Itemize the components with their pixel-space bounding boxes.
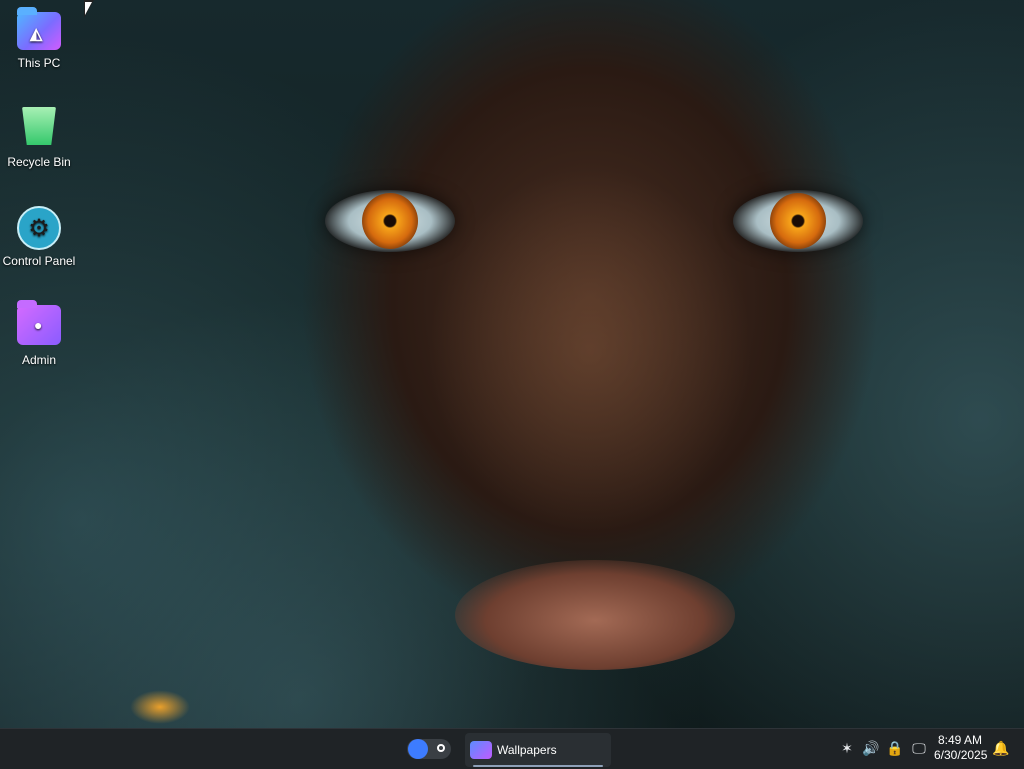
active-indicator <box>473 765 603 767</box>
desktop-icon-label: Recycle Bin <box>7 155 71 169</box>
desktop-icon-recycle-bin[interactable]: Recycle Bin <box>0 99 78 169</box>
recycle-bin-icon <box>16 107 62 151</box>
folder-icon <box>470 741 492 759</box>
toggle-dot-icon <box>437 744 445 752</box>
wallpaper-eye-left <box>325 190 455 252</box>
wallpaper-lips <box>455 560 735 670</box>
desktop-wallpaper <box>0 0 1024 728</box>
brightness-icon[interactable]: ✶ <box>838 739 856 757</box>
taskbar-app-label: Wallpapers <box>497 743 557 757</box>
start-toggle-button[interactable] <box>407 739 451 759</box>
taskbar-app-wallpapers[interactable]: Wallpapers <box>465 733 611 767</box>
desktop-icon-admin[interactable]: ● Admin <box>0 297 78 367</box>
desktop-icon-control-panel[interactable]: ⚙ Control Panel <box>0 198 78 268</box>
gear-icon: ⚙ <box>16 206 62 250</box>
desktop-icon-label: This PC <box>17 56 61 70</box>
desktop-icon-label: Control Panel <box>2 254 76 268</box>
clock-date: 6/30/2025 <box>934 748 988 762</box>
desktop-icon-this-pc[interactable]: ◭ This PC <box>0 0 78 70</box>
taskbar: Wallpapers ✶ 🔊 🔒 🖵 8:49 AM 6/30/2025 🔔 <box>0 728 1024 769</box>
wallpaper-eye-right <box>733 190 863 252</box>
security-icon[interactable]: 🔒 <box>886 739 904 757</box>
volume-icon[interactable]: 🔊 <box>862 739 880 757</box>
network-icon[interactable]: 🖵 <box>910 739 928 757</box>
toggle-knob-icon <box>408 739 428 759</box>
system-clock[interactable]: 8:49 AM 6/30/2025 <box>934 733 988 763</box>
desktop-icon-label: Admin <box>21 353 56 367</box>
user-folder-icon: ● <box>16 300 62 349</box>
wallpaper-glow <box>130 690 190 724</box>
folder-icon: ◭ <box>16 7 62 52</box>
mouse-cursor-icon <box>84 0 94 18</box>
notification-bell-icon[interactable]: 🔔 <box>992 739 1010 757</box>
clock-time: 8:49 AM <box>937 733 983 747</box>
